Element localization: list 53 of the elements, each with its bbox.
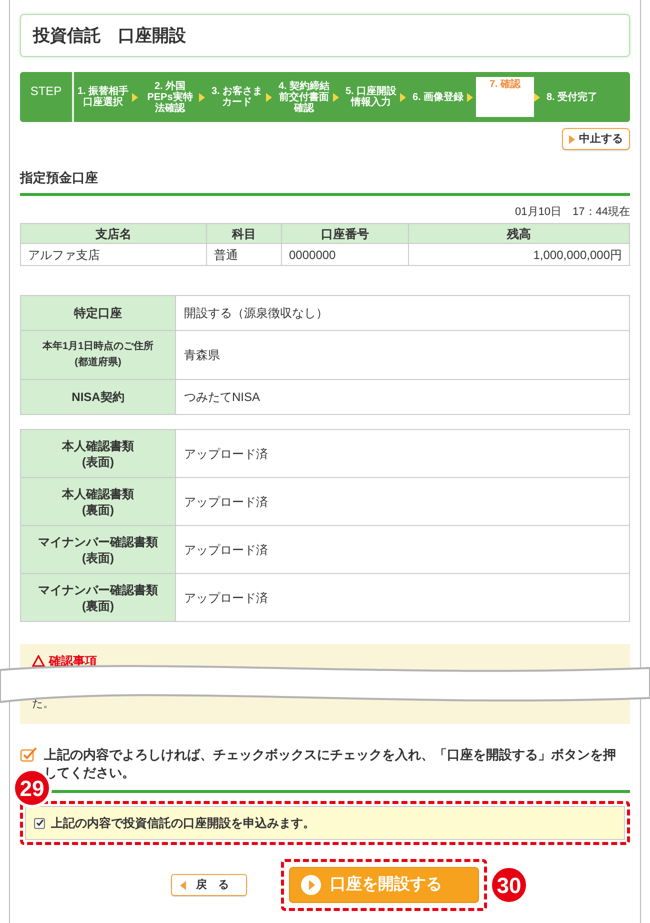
triangle-icon	[569, 134, 575, 144]
field-label: 本人確認書類 (裏面)	[20, 478, 176, 526]
step-item: 3. お客さまカード	[210, 84, 264, 110]
table-cell: 普通	[206, 244, 282, 266]
step-number-badge: 30	[489, 865, 529, 905]
checkmark-icon	[36, 819, 44, 827]
triangle-icon	[400, 92, 406, 102]
triangle-icon	[199, 92, 205, 102]
field-value: 開設する（源泉徴収なし）	[176, 296, 630, 330]
agreement-checkbox-row[interactable]: 上記の内容で投資信託の口座開設を申込みます。	[25, 806, 625, 840]
triangle-icon	[132, 92, 138, 102]
left-triangle-icon	[180, 880, 186, 890]
page-title: 投資信託 口座開設	[20, 14, 630, 57]
back-button[interactable]: 戻 る	[171, 874, 247, 896]
timestamp: 01月10日 17：44現在	[514, 204, 630, 220]
section-title: 指定預金口座	[20, 168, 630, 196]
step-label: STEP	[20, 72, 74, 122]
notice-text: た。	[32, 697, 55, 712]
field-label: 本人確認書類 (表面)	[20, 430, 176, 478]
step-item: 7. 確認	[476, 77, 534, 117]
column-header: 支店名	[20, 224, 206, 244]
step-item: 2. 外国PEPs実特法確認	[146, 80, 194, 116]
field-label: 特定口座	[20, 296, 176, 330]
step-item: 8. 受付完了	[545, 90, 599, 104]
field-value: つみたてNISA	[176, 380, 630, 414]
field-value: アップロード済	[176, 526, 630, 574]
triangle-icon	[266, 92, 272, 102]
triangle-icon	[333, 92, 339, 102]
triangle-icon	[467, 92, 473, 102]
table-cell: 1,000,000,000円	[408, 244, 630, 266]
field-label: NISA契約	[20, 380, 176, 414]
step-item: 1. 振替相手口座選択	[76, 84, 130, 110]
field-value: アップロード済	[176, 574, 630, 622]
play-circle-icon	[300, 874, 322, 896]
field-value: アップロード済	[176, 430, 630, 478]
field-label: 本年1月1日時点のご住所 (都道府県)	[20, 330, 176, 380]
table-cell: 0000000	[282, 244, 408, 266]
column-header: 残高	[408, 224, 630, 244]
table-cell: アルファ支店	[20, 244, 206, 266]
checkbox[interactable]	[34, 818, 45, 828]
warning-icon	[32, 655, 45, 667]
step-item: 5. 口座開設情報入力	[344, 84, 398, 110]
cancel-button[interactable]: 中止する	[562, 128, 630, 150]
triangle-icon	[534, 92, 540, 102]
field-value: アップロード済	[176, 478, 630, 526]
check-icon	[20, 747, 38, 763]
field-label: マイナンバー確認書類 (表面)	[20, 526, 176, 574]
column-header: 科目	[206, 224, 282, 244]
field-value: 青森県	[176, 330, 630, 380]
field-label: マイナンバー確認書類 (裏面)	[20, 574, 176, 622]
column-header: 口座番号	[282, 224, 408, 244]
step-item: 4. 契約締結前交付書面確認	[277, 79, 331, 116]
step-item: 6. 画像登録	[411, 90, 465, 104]
